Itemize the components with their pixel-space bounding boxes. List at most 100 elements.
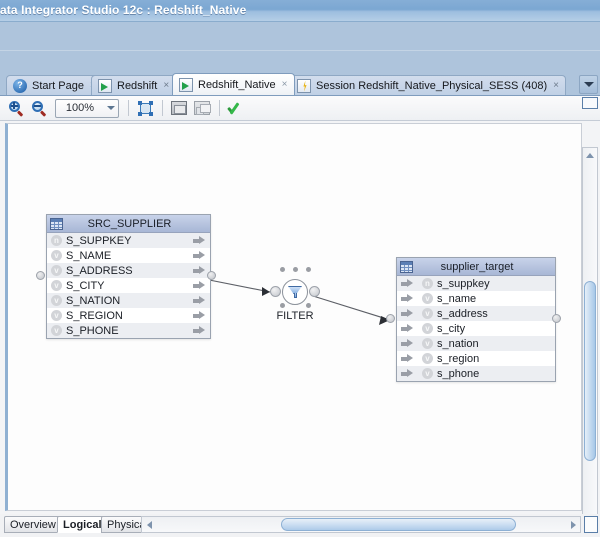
tab-redshift-native[interactable]: Redshift_Native × [172,73,295,95]
input-arrow-icon [401,354,414,363]
datatype-icon: n [421,278,434,289]
node-filter[interactable]: FILTER [270,267,320,325]
node-header[interactable]: SRC_SUPPLIER [47,215,210,233]
node-header[interactable]: supplier_target [397,258,555,276]
node-column-row[interactable]: v S_ADDRESS [47,263,210,278]
validate-button[interactable] [225,98,247,119]
column-name: s_name [437,293,555,305]
zoom-out-button[interactable] [28,98,50,119]
input-arrow-icon [401,324,414,333]
node-src-supplier[interactable]: SRC_SUPPLIER n S_SUPPKEY v S [46,214,211,339]
node-column-row[interactable]: v S_PHONE [47,323,210,338]
node-column-row[interactable]: v S_NAME [47,248,210,263]
filter-node-body[interactable] [282,279,308,305]
horizontal-scroll-thumb[interactable] [281,518,516,531]
node-column-row[interactable]: v s_region [397,351,555,366]
toolbar-gap-region [0,22,600,72]
node-column-row[interactable]: n s_suppkey [397,276,555,291]
selection-handle[interactable] [293,267,298,272]
filter-input-port[interactable] [270,286,281,297]
show-panel-icon [171,101,187,115]
canvas-vertical-scrollbar[interactable] [582,147,598,537]
datatype-icon: v [421,308,434,319]
selection-handle[interactable] [280,303,285,308]
input-arrow-icon [401,339,414,348]
bottom-tab-bar: Overview Logical Physical [0,514,600,537]
canvas-horizontal-scrollbar[interactable] [141,516,581,533]
output-arrow-icon [193,266,206,275]
zoom-in-button[interactable] [5,98,27,119]
node-column-row[interactable]: v s_city [397,321,555,336]
arrange-button[interactable] [191,98,213,119]
tab-overflow-dropdown-button[interactable] [579,75,598,94]
bottom-tab-overview[interactable]: Overview [4,516,62,533]
input-arrow-icon [401,279,414,288]
canvas-area: SRC_SUPPLIER n S_SUPPKEY v S [0,121,600,514]
horizontal-scroll-track[interactable] [156,517,566,532]
tab-redshift[interactable]: Redshift × [91,75,176,95]
column-name: S_ADDRESS [66,265,189,277]
tab-label: Session Redshift_Native_Physical_SESS (4… [316,80,547,92]
output-arrow-icon [193,326,206,335]
selection-handle[interactable] [280,267,285,272]
zoom-level-select[interactable]: 100% [55,99,119,118]
output-arrow-icon [193,236,206,245]
scroll-right-arrow-icon[interactable] [566,517,580,532]
bottom-tab-label: Overview [10,519,56,531]
datatype-icon: v [50,295,63,306]
scrollbar-corner [582,97,598,109]
node-supplier-target[interactable]: supplier_target n s_suppkey [396,257,556,382]
scroll-up-arrow-icon[interactable] [583,148,597,162]
editor-window: ? Start Page × Redshift × Redshift_Nativ… [0,72,600,537]
node-column-row[interactable]: n S_SUPPKEY [47,233,210,248]
column-name: S_SUPPKEY [66,235,189,247]
selection-handle[interactable] [306,303,311,308]
zoom-in-icon [9,101,24,116]
datatype-icon: v [421,323,434,334]
bottom-tab-label: Logical [63,519,102,531]
fit-to-window-icon [138,101,153,116]
node-column-row[interactable]: v S_REGION [47,308,210,323]
output-arrow-icon [193,311,206,320]
node-column-row[interactable]: v s_name [397,291,555,306]
selection-handle[interactable] [306,267,311,272]
funnel-icon [288,285,302,299]
datatype-icon: v [50,310,63,321]
node-column-row[interactable]: v s_nation [397,336,555,351]
tab-start-page[interactable]: ? Start Page × [6,75,103,95]
node-column-row[interactable]: v s_phone [397,366,555,381]
toolbar-separator [162,100,163,116]
tab-session[interactable]: Session Redshift_Native_Physical_SESS (4… [290,75,566,95]
mapping-icon [179,78,193,92]
mapping-canvas[interactable]: SRC_SUPPLIER n S_SUPPKEY v S [5,123,582,511]
column-name: s_region [437,353,555,365]
node-column-row[interactable]: v s_address [397,306,555,321]
input-arrow-icon [401,294,414,303]
output-arrow-icon [193,296,206,305]
column-name: s_city [437,323,555,335]
node-column-row[interactable]: v S_NATION [47,293,210,308]
fit-to-window-button[interactable] [134,98,156,119]
show-panel-button[interactable] [168,98,190,119]
scroll-left-arrow-icon[interactable] [142,517,156,532]
node-column-row[interactable]: v S_CITY [47,278,210,293]
tab-close-icon[interactable]: × [163,81,169,91]
node-columns: n s_suppkey v s_name v [397,276,555,381]
node-output-port[interactable] [552,314,561,323]
tab-close-icon[interactable]: × [282,80,288,90]
node-input-port[interactable] [386,314,395,323]
tab-close-icon[interactable]: × [553,81,559,91]
tab-label: Redshift [117,80,157,92]
node-input-port[interactable] [36,271,45,280]
column-name: s_nation [437,338,555,350]
node-output-port[interactable] [207,271,216,280]
chevron-down-icon[interactable] [104,106,118,110]
filter-output-port[interactable] [309,286,320,297]
bottom-tab-logical[interactable]: Logical [57,516,108,533]
editor-tab-strip: ? Start Page × Redshift × Redshift_Nativ… [0,72,600,95]
datatype-icon: v [421,338,434,349]
column-name: S_REGION [66,310,189,322]
editor-body: 100% [0,95,600,537]
vertical-scroll-thumb[interactable] [584,281,596,461]
column-name: S_NATION [66,295,189,307]
